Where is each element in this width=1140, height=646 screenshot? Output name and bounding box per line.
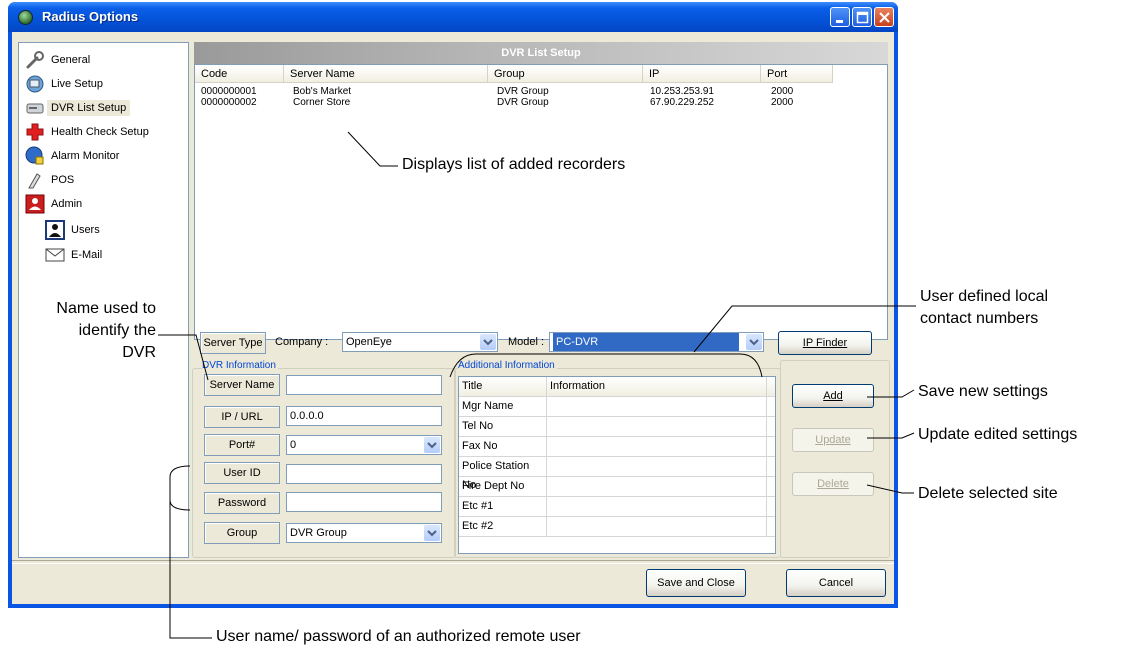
- annotation-name-line2: identify the: [78, 322, 156, 339]
- annotation-update-edited: Update edited settings: [918, 426, 1078, 443]
- annotation-list: Displays list of added recorders: [402, 156, 626, 173]
- annotation-contact-numbers: User defined local contact numbers: [920, 286, 1048, 330]
- annotation-contact-line1: User defined local: [920, 288, 1049, 305]
- annotation-save-new: Save new settings: [918, 383, 1048, 400]
- annotation-name-line1: Name used to: [56, 300, 156, 317]
- annotation-delete-site: Delete selected site: [918, 485, 1058, 502]
- annotation-name-line3: DVR: [122, 344, 156, 361]
- annotation-remote-user: User name/ password of an authorized rem…: [216, 628, 581, 645]
- annotation-name-used: Name used to identify the DVR: [6, 298, 156, 364]
- annotation-contact-line2: contact numbers: [920, 310, 1039, 327]
